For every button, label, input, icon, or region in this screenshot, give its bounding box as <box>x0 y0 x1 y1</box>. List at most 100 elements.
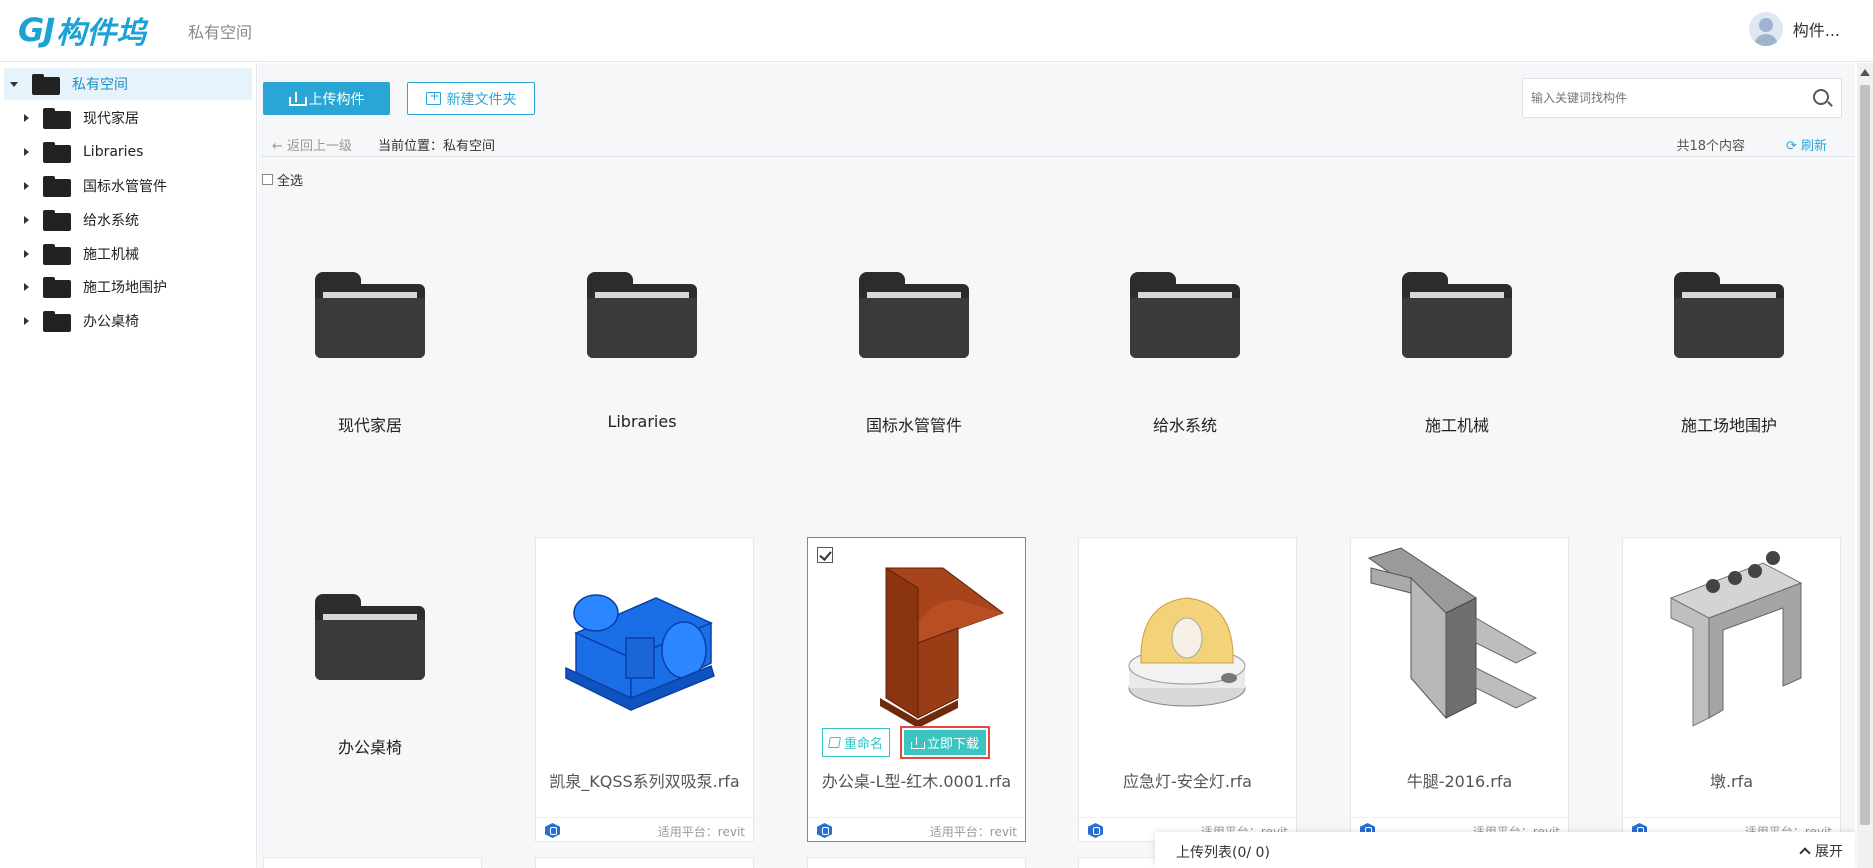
caret-right-icon[interactable] <box>24 148 29 156</box>
logo-mark: GJ <box>18 11 55 49</box>
folder-card[interactable]: 施工机械 <box>1348 205 1566 485</box>
download-inner: 立即下载 <box>904 730 986 755</box>
rename-button[interactable]: 重命名 <box>822 728 890 757</box>
folder-card[interactable]: 国标水管管件 <box>805 205 1023 485</box>
download-icon <box>910 736 925 749</box>
folder-icon <box>43 243 71 265</box>
user-menu[interactable]: 构件... <box>1748 12 1840 46</box>
search-icon[interactable] <box>1813 89 1829 105</box>
breadcrumb: 当前位置：私有空间 <box>378 135 495 154</box>
pump-thumbnail <box>565 594 715 711</box>
card-footer: 适用平台：revit <box>536 817 753 842</box>
platform-label: 适用平台：revit <box>929 825 1017 839</box>
location-value: 私有空间 <box>443 139 496 154</box>
caret-right-icon[interactable] <box>24 250 29 258</box>
refresh-button[interactable]: ⟳ 刷新 <box>1786 135 1827 154</box>
location-label: 当前位置： <box>378 139 444 154</box>
file-card[interactable]: 应急灯-安全灯.rfa 适用平台：revit <box>1078 537 1297 842</box>
upload-list-panel: 上传列表(0/ 0) 展开 <box>1155 832 1855 868</box>
tree-item-modern-home[interactable]: 现代家居 <box>0 103 252 133</box>
folder-name: 办公桌椅 <box>337 738 402 757</box>
file-card-partial[interactable] <box>535 857 754 868</box>
tree-item-libraries[interactable]: Libraries <box>0 137 252 167</box>
file-card-partial[interactable] <box>807 857 1026 868</box>
tree-item-construction-machinery[interactable]: 施工机械 <box>0 239 252 269</box>
vertical-scrollbar[interactable] <box>1857 63 1873 868</box>
folder-card[interactable]: 办公桌椅 <box>261 527 479 807</box>
avatar[interactable] <box>1748 12 1783 46</box>
top-header: GJ 构件坞 私有空间 构件... <box>0 0 1873 62</box>
download-now-button[interactable]: 立即下载 <box>900 726 990 759</box>
caret-right-icon[interactable] <box>24 216 29 224</box>
search-box <box>1522 78 1842 118</box>
download-label: 立即下载 <box>926 737 979 752</box>
folder-icon <box>43 107 71 129</box>
folder-name: 施工机械 <box>1424 416 1489 435</box>
folder-card[interactable]: 现代家居 <box>261 205 479 485</box>
folder-card[interactable]: 施工场地围护 <box>1620 205 1838 485</box>
upload-icon <box>288 91 307 106</box>
folder-name: 给水系统 <box>1152 416 1217 435</box>
folder-card[interactable]: Libraries <box>533 205 751 485</box>
caret-down-icon[interactable] <box>10 81 18 87</box>
tree-root-label: 私有空间 <box>72 77 128 93</box>
chevron-up-icon <box>1799 847 1811 859</box>
new-folder-label: 新建文件夹 <box>446 91 517 108</box>
revit-icon <box>817 823 832 838</box>
file-card[interactable]: 牛腿-2016.rfa 适用平台：revit <box>1350 537 1569 842</box>
sidebar-tree: 私有空间 现代家居 Libraries 国标水管管件 给水系统 施工机械 施工场… <box>0 63 257 868</box>
tree-item-water-supply[interactable]: 给水系统 <box>0 205 252 235</box>
file-name: 牛腿-2016.rfa <box>1406 772 1513 791</box>
user-name[interactable]: 构件... <box>1793 17 1840 41</box>
file-card[interactable]: 凯泉_KQSS系列双吸泵.rfa 适用平台：revit <box>535 537 754 842</box>
tree-item-label: 施工场地围护 <box>83 280 167 296</box>
folder-name: 现代家居 <box>337 416 402 435</box>
folder-icon <box>587 272 697 358</box>
select-all[interactable]: 全选 <box>262 170 303 189</box>
folder-name: 国标水管管件 <box>865 416 962 435</box>
tree-item-office-furniture[interactable]: 办公桌椅 <box>0 306 252 336</box>
folder-card[interactable]: 给水系统 <box>1076 205 1294 485</box>
tree-item-label: 国标水管管件 <box>83 179 167 195</box>
expand-button[interactable]: 展开 <box>1799 841 1843 861</box>
tree-root-private-space[interactable]: 私有空间 <box>4 68 252 100</box>
folder-icon <box>43 175 71 197</box>
logo[interactable]: GJ 构件坞 <box>18 10 147 51</box>
caret-right-icon[interactable] <box>24 317 29 325</box>
logo-text: 构件坞 <box>56 16 147 51</box>
scroll-up-arrow[interactable] <box>1860 69 1870 76</box>
file-checkbox[interactable] <box>817 547 833 563</box>
folder-icon <box>315 272 425 358</box>
caret-right-icon[interactable] <box>24 182 29 190</box>
search-input[interactable] <box>1531 87 1801 109</box>
tree-item-pipe-fittings[interactable]: 国标水管管件 <box>0 171 252 201</box>
expand-label: 展开 <box>1815 844 1843 860</box>
tree-item-label: Libraries <box>83 144 144 160</box>
breadcrumb-bar: ← 返回上一级 当前位置：私有空间 共18个内容 ⟳ 刷新 <box>260 131 1855 157</box>
corbel-thumbnail <box>1367 547 1538 720</box>
file-card[interactable]: 重命名 立即下载 办公桌-L型-红木.0001.rfa 适用平台：revit <box>807 537 1026 842</box>
scrollbar-thumb[interactable] <box>1860 85 1870 825</box>
rename-label: 重命名 <box>843 737 883 752</box>
caret-right-icon[interactable] <box>24 114 29 122</box>
platform-label: 适用平台：revit <box>657 825 745 839</box>
item-count: 共18个内容 <box>1676 139 1745 154</box>
select-all-checkbox[interactable] <box>262 174 273 185</box>
edit-icon <box>828 737 841 748</box>
new-folder-button[interactable]: 新建文件夹 <box>407 82 535 115</box>
tree-item-site-enclosure[interactable]: 施工场地围护 <box>0 272 252 302</box>
file-card[interactable]: 墩.rfa 适用平台：revit <box>1622 537 1841 842</box>
upload-label: 上传构件 <box>308 91 365 108</box>
folder-icon <box>43 209 71 231</box>
folder-icon <box>43 310 71 332</box>
back-link[interactable]: ← 返回上一级 <box>272 135 352 154</box>
folder-icon <box>43 141 71 163</box>
upload-component-button[interactable]: 上传构件 <box>263 82 390 115</box>
file-card-partial[interactable] <box>263 857 482 868</box>
file-name: 应急灯-安全灯.rfa <box>1123 772 1252 791</box>
caret-right-icon[interactable] <box>24 283 29 291</box>
card-footer: 适用平台：revit <box>808 817 1025 842</box>
folder-icon <box>859 272 969 358</box>
revit-icon <box>1088 823 1103 838</box>
folder-icon <box>315 594 425 680</box>
